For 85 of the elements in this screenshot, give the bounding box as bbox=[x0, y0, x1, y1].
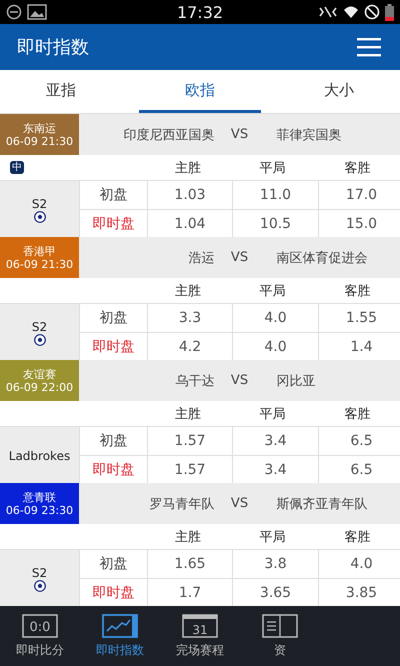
home-team: 乌干达 bbox=[174, 372, 214, 390]
odds-cell: 6.5 bbox=[319, 427, 400, 455]
clock-time: 17:32 bbox=[176, 2, 224, 22]
battery-icon bbox=[384, 4, 394, 20]
odds-cell: 1.65 bbox=[148, 550, 232, 578]
nav-item[interactable]: 即时指数 bbox=[80, 606, 160, 666]
odds-cell: 1.03 bbox=[148, 181, 232, 209]
odds-cell: 1.04 bbox=[148, 210, 232, 238]
column-header: 主胜 bbox=[174, 406, 202, 423]
odds-cell: 3.85 bbox=[319, 579, 400, 606]
column-header: 平局 bbox=[258, 406, 286, 423]
odds-cell: 15.0 bbox=[319, 210, 400, 238]
odds-type-cell: 即时盘 bbox=[80, 333, 147, 361]
vs-label: VS bbox=[230, 127, 250, 142]
away-team: 冈比亚 bbox=[276, 372, 316, 390]
column-header: 平局 bbox=[258, 282, 286, 300]
away-team: 菲律宾国奥 bbox=[276, 126, 342, 144]
odds-type-cell: 即时盘 bbox=[80, 579, 147, 606]
odds-cell: 17.0 bbox=[319, 181, 400, 209]
odds-type-cell: 初盘 bbox=[80, 550, 147, 578]
away-team: 南区体育促进会 bbox=[276, 250, 368, 267]
soccer-ball-icon bbox=[34, 580, 46, 592]
odds-type-cell: 初盘 bbox=[80, 427, 147, 455]
vibrate-icon bbox=[318, 5, 338, 19]
bookmaker-name: S2 bbox=[32, 566, 48, 580]
odds-cell: 1.55 bbox=[319, 304, 400, 332]
column-header: 客胜 bbox=[344, 406, 372, 423]
column-header: 客胜 bbox=[344, 160, 372, 177]
minus-circle-icon bbox=[6, 4, 22, 20]
vs-label: VS bbox=[230, 373, 250, 388]
home-team: 罗马青年队 bbox=[148, 496, 214, 513]
column-header: 平局 bbox=[258, 528, 286, 546]
nav-item[interactable]: 31 完场赛程 bbox=[160, 606, 240, 666]
odds-cell: 3.8 bbox=[233, 550, 318, 578]
league-label: 意青联 06-09 23:30 bbox=[0, 483, 79, 524]
odds-cell: 10.5 bbox=[233, 210, 318, 238]
soccer-ball-icon bbox=[34, 334, 46, 346]
bookmaker-name: S2 bbox=[32, 320, 48, 334]
odds-cell: 1.7 bbox=[148, 579, 232, 606]
line-chart-icon bbox=[102, 614, 138, 638]
home-team: 浩运 bbox=[188, 250, 214, 267]
odds-cell: 3.4 bbox=[233, 427, 318, 455]
column-header: 平局 bbox=[258, 160, 286, 177]
nav-item[interactable]: 0:0 即时比分 bbox=[0, 606, 80, 666]
column-header: 客胜 bbox=[344, 282, 372, 300]
odds-cell: 11.0 bbox=[233, 181, 318, 209]
calendar-icon: 31 bbox=[182, 614, 218, 638]
odds-cell: 4.2 bbox=[148, 333, 232, 361]
column-header: 主胜 bbox=[174, 160, 202, 177]
bookmaker-name: Ladbrokes bbox=[8, 448, 70, 462]
odds-cell: 3.65 bbox=[233, 579, 318, 606]
column-header: 客胜 bbox=[344, 528, 372, 546]
odds-cell: 6.5 bbox=[319, 456, 400, 484]
bookmaker-name: S2 bbox=[32, 196, 48, 210]
image-icon bbox=[27, 4, 47, 20]
menu-icon[interactable] bbox=[357, 37, 381, 57]
odds-cell: 1.4 bbox=[319, 333, 400, 361]
soccer-ball-icon bbox=[34, 210, 46, 222]
nav-item[interactable]: 资 bbox=[240, 606, 320, 666]
odds-type-cell: 初盘 bbox=[80, 304, 147, 332]
odds-type-cell: 即时盘 bbox=[80, 210, 147, 238]
odds-cell: 1.57 bbox=[148, 427, 232, 455]
odds-cell: 4.0 bbox=[233, 333, 318, 361]
channel-badge: 中 bbox=[10, 161, 24, 174]
document-icon bbox=[262, 614, 298, 638]
column-header: 主胜 bbox=[174, 528, 202, 546]
page-title: 即时指数 bbox=[17, 36, 89, 59]
odds-cell: 4.0 bbox=[319, 550, 400, 578]
vs-label: VS bbox=[230, 496, 250, 512]
odds-cell: 3.3 bbox=[148, 304, 232, 332]
odds-type-cell: 初盘 bbox=[80, 181, 147, 209]
scoreboard-icon: 0:0 bbox=[22, 614, 58, 638]
odds-cell: 1.57 bbox=[148, 456, 232, 484]
vs-label: VS bbox=[230, 250, 250, 266]
odds-cell: 3.4 bbox=[233, 456, 318, 484]
away-team: 斯佩齐亚青年队 bbox=[276, 496, 368, 513]
blocked-icon bbox=[364, 4, 380, 20]
league-label: 香港甲 06-09 21:30 bbox=[0, 237, 79, 278]
odds-type-cell: 即时盘 bbox=[80, 456, 147, 484]
wifi-icon bbox=[342, 4, 359, 20]
league-label: 友谊赛 06-09 22:00 bbox=[0, 360, 79, 402]
column-header: 主胜 bbox=[174, 282, 202, 300]
odds-cell: 4.0 bbox=[233, 304, 318, 332]
league-label: 东南运 06-09 21:30 bbox=[0, 114, 79, 156]
home-team: 印度尼西亚国奥 bbox=[122, 126, 214, 144]
